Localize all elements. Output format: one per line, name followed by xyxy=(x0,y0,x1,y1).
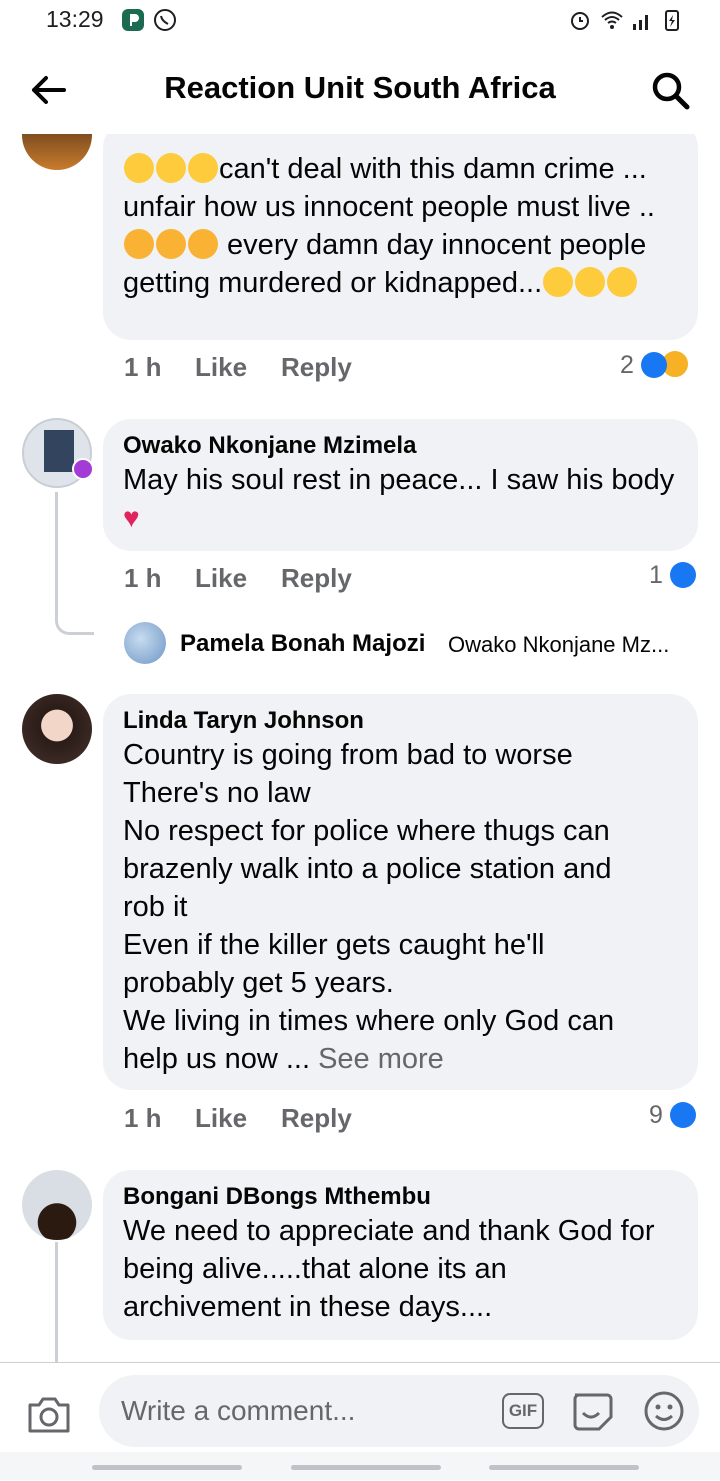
status-time: 13:29 xyxy=(46,6,104,32)
alarm-icon xyxy=(571,12,589,30)
like-button[interactable]: Like xyxy=(195,1103,247,1134)
comment-text: We need to appreciate and thank God for … xyxy=(123,1215,655,1323)
comments-feed[interactable]: can't deal with this damn crime ... unfa… xyxy=(0,134,720,1362)
crying-emoji-icon xyxy=(607,267,638,297)
commenter-name[interactable]: Owako Nkonjane Mzimela xyxy=(123,431,678,461)
avatar[interactable] xyxy=(22,1170,92,1240)
thread-connector xyxy=(55,492,94,635)
reaction-summary[interactable]: 1 xyxy=(649,561,696,590)
system-navigation-bar xyxy=(0,1452,720,1480)
crying-emoji-icon xyxy=(188,153,218,183)
comment-bubble[interactable]: Linda Taryn Johnson Country is going fro… xyxy=(103,694,698,1090)
search-icon[interactable] xyxy=(648,68,692,112)
angry-emoji-icon xyxy=(124,229,154,259)
reply-preview[interactable]: Pamela Bonah Majozi Owako Nkonjane Mz... xyxy=(124,622,704,666)
sticker-icon[interactable] xyxy=(569,1391,613,1431)
thread-connector xyxy=(55,1242,58,1362)
emoji-icon[interactable] xyxy=(642,1389,686,1433)
avatar[interactable] xyxy=(124,622,166,664)
like-reaction-icon xyxy=(640,352,667,378)
like-reaction-icon xyxy=(669,1102,696,1128)
like-button[interactable]: Like xyxy=(195,563,247,594)
commenter-name[interactable]: Bongani DBongs Mthembu xyxy=(123,1182,678,1212)
reaction-summary[interactable]: 2 xyxy=(620,350,689,380)
signal-icon xyxy=(633,15,648,30)
crying-emoji-icon xyxy=(156,153,186,183)
reply-snippet: Owako Nkonjane Mz... xyxy=(448,632,670,657)
battery-icon xyxy=(665,10,679,31)
angry-emoji-icon xyxy=(156,229,186,259)
whatsapp-icon xyxy=(154,9,176,31)
crying-emoji-icon xyxy=(575,267,606,297)
reply-button[interactable]: Reply xyxy=(281,1103,352,1134)
app-header: Reaction Unit South Africa xyxy=(0,44,720,134)
comment-time: 1 h xyxy=(124,563,162,593)
frame-badge-icon xyxy=(72,458,94,480)
nav-home-button[interactable] xyxy=(291,1465,441,1470)
comment-text: can't deal with this damn crime ... unfa… xyxy=(123,153,655,299)
comment-text: Country is going from bad to worse There… xyxy=(123,739,615,1075)
avatar[interactable] xyxy=(22,134,92,170)
wifi-icon xyxy=(601,11,623,29)
comment-bubble[interactable]: Bongani DBongs Mthembu We need to apprec… xyxy=(103,1170,698,1340)
reply-author-name[interactable]: Pamela Bonah Majozi xyxy=(180,630,425,658)
reply-button[interactable]: Reply xyxy=(281,352,352,383)
crying-emoji-icon xyxy=(543,267,574,297)
like-reaction-icon xyxy=(669,562,696,588)
comment-time: 1 h xyxy=(124,352,162,382)
see-more-link[interactable]: See more xyxy=(318,1043,444,1075)
nav-recent-button[interactable] xyxy=(92,1465,242,1470)
nav-back-button[interactable] xyxy=(489,1465,639,1470)
page-title: Reaction Unit South Africa xyxy=(164,70,556,105)
avatar[interactable] xyxy=(22,694,92,764)
like-button[interactable]: Like xyxy=(195,352,247,383)
reaction-summary[interactable]: 9 xyxy=(649,1101,696,1130)
comment-time: 1 h xyxy=(124,1103,162,1133)
comment-text: May his soul rest in peace... I saw his … xyxy=(123,464,675,533)
comment-bubble[interactable]: can't deal with this damn crime ... unfa… xyxy=(103,134,698,340)
comment-placeholder: Write a comment... xyxy=(121,1395,356,1426)
angry-emoji-icon xyxy=(188,229,218,259)
camera-icon[interactable] xyxy=(26,1393,72,1435)
commenter-name[interactable]: Linda Taryn Johnson xyxy=(123,706,678,736)
crying-emoji-icon xyxy=(124,153,154,183)
comment-bubble[interactable]: Owako Nkonjane Mzimela May his soul rest… xyxy=(103,419,698,551)
broken-heart-emoji-icon: ♥ xyxy=(123,502,140,533)
status-bar: 13:29 xyxy=(0,0,720,44)
comment-input[interactable]: Write a comment... GIF xyxy=(99,1375,699,1447)
gif-button[interactable]: GIF xyxy=(502,1393,544,1429)
app-notification-icon xyxy=(122,9,144,31)
avatar-photo xyxy=(44,430,74,472)
reply-button[interactable]: Reply xyxy=(281,563,352,594)
